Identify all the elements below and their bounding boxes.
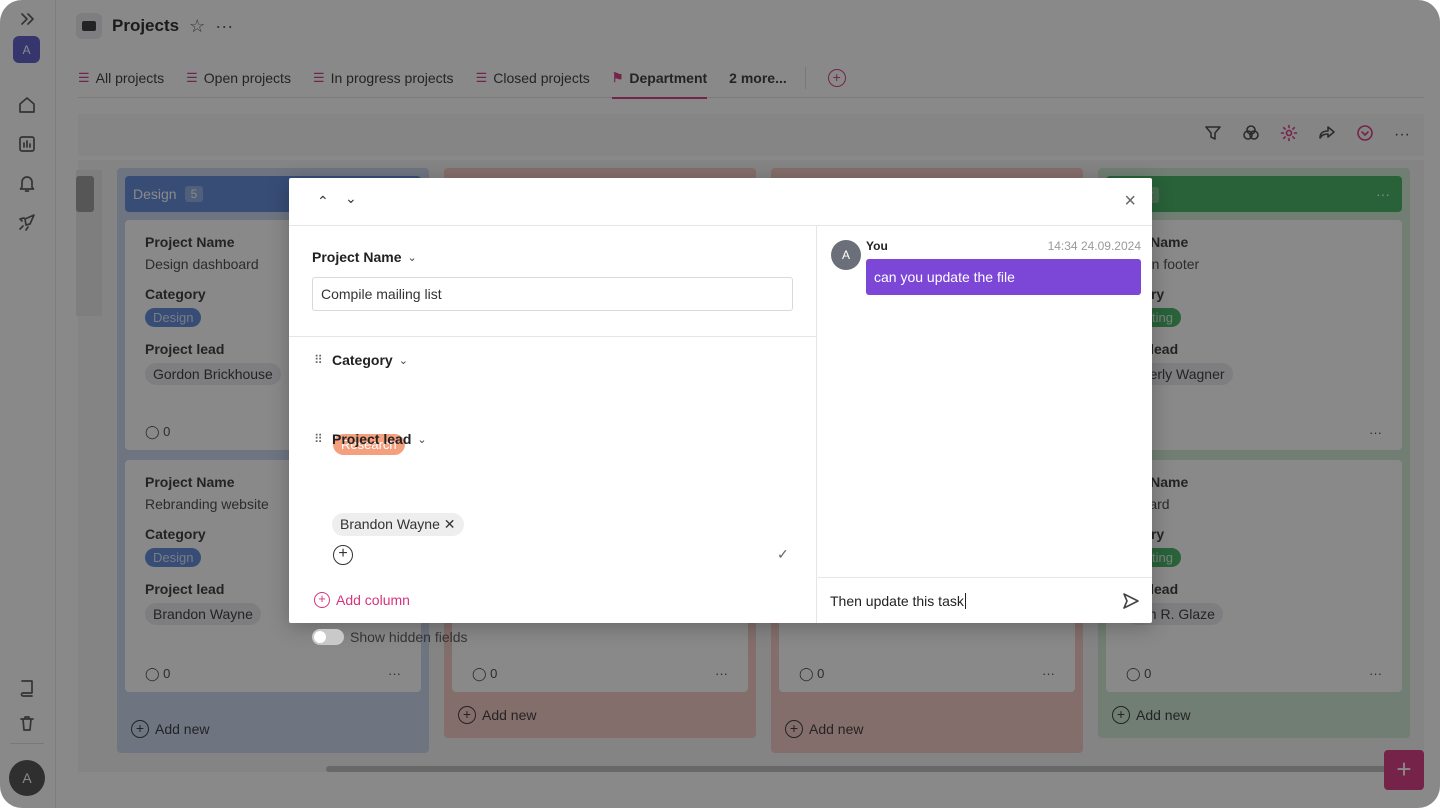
- modal-header: ⌃ ⌄ ×: [289, 178, 1152, 226]
- show-hidden-toggle[interactable]: [312, 629, 344, 645]
- item-detail-modal: ⌃ ⌄ × Project Name ⌄ Compile mailing list…: [289, 178, 1152, 645]
- comment-author: You: [866, 239, 888, 253]
- chevron-down-icon: ⌄: [407, 251, 417, 264]
- add-lead-icon[interactable]: +: [333, 545, 353, 565]
- section-divider: [289, 336, 817, 337]
- chevron-up-icon[interactable]: ⌃: [317, 193, 329, 210]
- drag-handle-icon[interactable]: ⠿: [314, 433, 326, 445]
- check-icon[interactable]: ✓: [777, 546, 789, 563]
- project-name-input[interactable]: Compile mailing list: [312, 277, 793, 311]
- close-icon[interactable]: ×: [1124, 190, 1136, 213]
- app-window: A A Projects ☆ ··· ☰All projects ☰Open p…: [0, 0, 1440, 808]
- lead-chip[interactable]: Brandon Wayne ✕: [332, 513, 464, 536]
- chevron-down-icon: ⌄: [417, 433, 427, 446]
- field-label-project-name[interactable]: Project Name ⌄: [312, 249, 417, 265]
- text-caret: [964, 592, 966, 609]
- drag-handle-icon[interactable]: ⠿: [314, 354, 326, 366]
- fields-panel: Project Name ⌄ Compile mailing list ⠿ Cate…: [289, 226, 817, 645]
- field-label-project-lead[interactable]: ⠿ Project lead ⌄: [314, 431, 427, 447]
- comment-bubble: can you update the file: [866, 259, 1141, 295]
- remove-icon[interactable]: ✕: [444, 516, 456, 532]
- plus-icon: +: [314, 592, 330, 608]
- show-hidden-toggle-row[interactable]: Show hidden fields: [312, 629, 468, 645]
- chevron-down-icon[interactable]: ⌄: [345, 190, 357, 207]
- send-icon[interactable]: [1122, 592, 1140, 613]
- avatar: A: [831, 240, 861, 270]
- field-label-category[interactable]: ⠿ Category ⌄: [314, 352, 408, 368]
- comment-input[interactable]: Then update this task: [818, 577, 1152, 623]
- chevron-down-icon: ⌄: [398, 354, 408, 367]
- comments-panel: A You 14:34 24.09.2024 can you update th…: [818, 226, 1152, 623]
- add-column-button[interactable]: + Add column: [314, 592, 410, 608]
- comment-timestamp: 14:34 24.09.2024: [1047, 239, 1141, 253]
